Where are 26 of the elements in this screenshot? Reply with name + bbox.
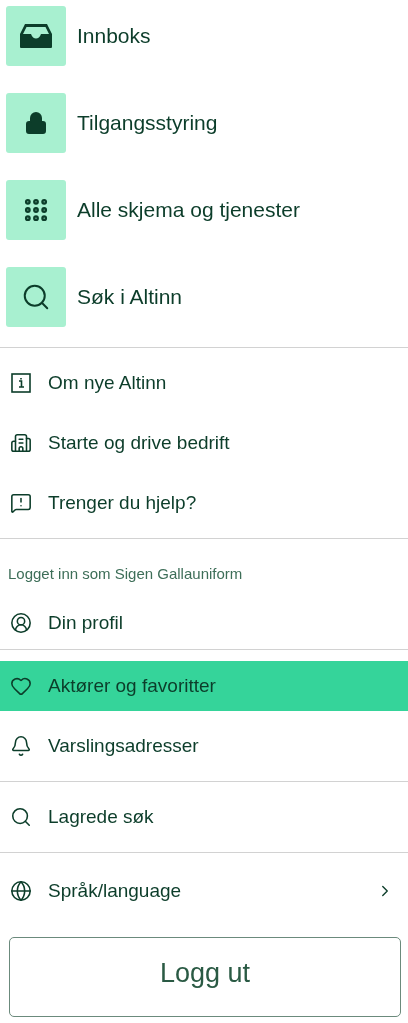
search-icon [21,282,51,312]
heart-icon [10,675,32,697]
menu-link[interactable]: Din profil [0,600,408,645]
menu-link[interactable]: Innboks [0,6,408,66]
menu-link[interactable]: Trenger du hjelp? [0,473,408,533]
grid-icon [22,196,50,224]
inbox-icon [19,23,53,49]
menu-link[interactable]: Aktører og favoritter [0,661,408,711]
menu-link[interactable]: Søk i Altinn [0,267,408,327]
user-icon [10,611,32,634]
lock-icon [24,111,48,135]
globe-icon [10,880,32,902]
info-icon [10,372,32,394]
building-icon [10,432,32,454]
bell-icon [10,735,32,757]
logged-in-text: Logget inn som Sigen Gallauniform [7,564,244,584]
language-menu-link[interactable]: Språk/language [0,866,408,916]
menu-link[interactable]: Starte og drive bedrift [0,413,408,473]
menu-link[interactable]: Varslingsadresser [0,721,408,771]
menu-link[interactable]: Lagrede søk [0,792,408,842]
logout-button[interactable]: Logg ut [9,937,401,1017]
menu-link[interactable]: Tilgangsstyring [0,93,408,153]
search-icon [10,806,32,828]
menu-link[interactable]: Alle skjema og tjenester [0,180,408,240]
menu-link[interactable]: Om nye Altinn [0,353,408,413]
help-bubble-icon [10,492,32,514]
